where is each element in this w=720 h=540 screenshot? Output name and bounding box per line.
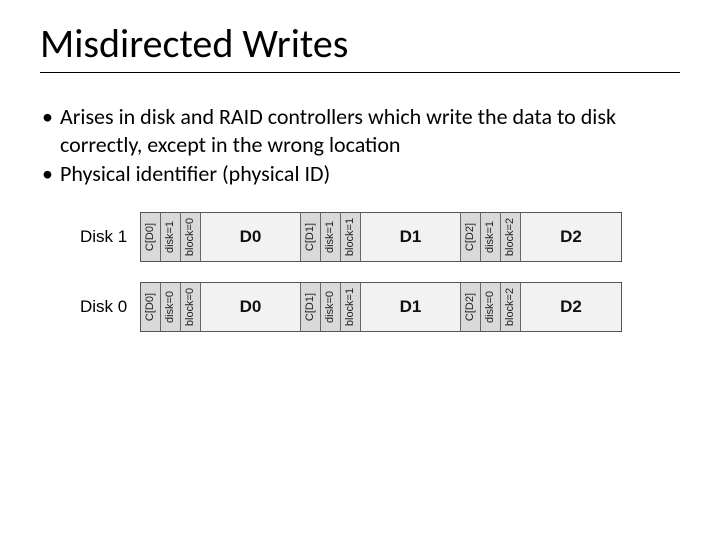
bullet-item: • Physical identifier (physical ID) bbox=[42, 160, 680, 188]
diskstamp-cell: disk=0 bbox=[321, 283, 341, 331]
diskstamp-cell: disk=1 bbox=[481, 213, 501, 261]
bullet-text: Physical identifier (physical ID) bbox=[60, 160, 680, 188]
blockstamp-cell: block=1 bbox=[341, 283, 361, 331]
diskstamp-cell: disk=0 bbox=[481, 283, 501, 331]
diskstamp-cell: disk=0 bbox=[161, 283, 181, 331]
data-cell: D1 bbox=[361, 213, 461, 261]
disk-figure: Disk 1 C[D0] disk=1 block=0 D0 C[D1] dis… bbox=[80, 212, 640, 332]
bullet-item: • Arises in disk and RAID controllers wh… bbox=[42, 103, 680, 158]
diskstamp-cell: disk=1 bbox=[161, 213, 181, 261]
blockstamp-cell: block=0 bbox=[181, 283, 201, 331]
disk-label: Disk 1 bbox=[80, 227, 140, 247]
disk-row: Disk 0 C[D0] disk=0 block=0 D0 C[D1] dis… bbox=[80, 282, 640, 332]
blockstamp-cell: block=2 bbox=[501, 213, 521, 261]
data-cell: D2 bbox=[521, 213, 621, 261]
blockstamp-cell: block=1 bbox=[341, 213, 361, 261]
bullet-list: • Arises in disk and RAID controllers wh… bbox=[42, 103, 680, 188]
data-cell: D0 bbox=[201, 283, 301, 331]
checksum-cell: C[D2] bbox=[461, 213, 481, 261]
bullet-dot: • bbox=[42, 160, 60, 188]
blockstamp-cell: block=0 bbox=[181, 213, 201, 261]
data-cell: D2 bbox=[521, 283, 621, 331]
disk-label: Disk 0 bbox=[80, 297, 140, 317]
slide: Misdirected Writes • Arises in disk and … bbox=[0, 0, 720, 540]
checksum-cell: C[D1] bbox=[301, 213, 321, 261]
data-cell: D0 bbox=[201, 213, 301, 261]
disk-strip: C[D0] disk=0 block=0 D0 C[D1] disk=0 blo… bbox=[140, 282, 622, 332]
slide-title: Misdirected Writes bbox=[40, 22, 680, 73]
checksum-cell: C[D0] bbox=[141, 283, 161, 331]
data-cell: D1 bbox=[361, 283, 461, 331]
checksum-cell: C[D2] bbox=[461, 283, 481, 331]
disk-row: Disk 1 C[D0] disk=1 block=0 D0 C[D1] dis… bbox=[80, 212, 640, 262]
bullet-text: Arises in disk and RAID controllers whic… bbox=[60, 103, 680, 158]
checksum-cell: C[D1] bbox=[301, 283, 321, 331]
blockstamp-cell: block=2 bbox=[501, 283, 521, 331]
disk-strip: C[D0] disk=1 block=0 D0 C[D1] disk=1 blo… bbox=[140, 212, 622, 262]
checksum-cell: C[D0] bbox=[141, 213, 161, 261]
bullet-dot: • bbox=[42, 103, 60, 158]
diskstamp-cell: disk=1 bbox=[321, 213, 341, 261]
